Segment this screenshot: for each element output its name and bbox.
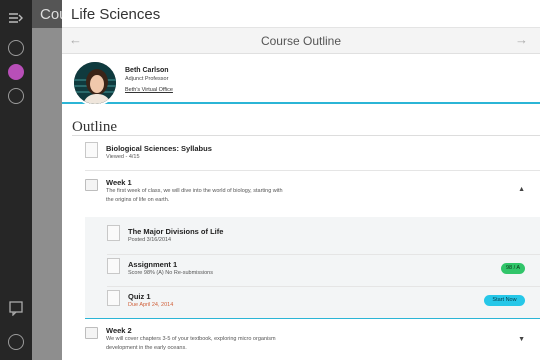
week-1-bottom-line <box>85 318 540 319</box>
list-item-week-1[interactable]: Week 1 The first week of class, we will … <box>85 176 540 216</box>
row-divider <box>85 170 540 171</box>
forward-arrow-icon[interactable]: → <box>515 32 528 47</box>
item-title: Week 2 <box>106 326 132 335</box>
globe-icon[interactable] <box>8 40 24 56</box>
instructor-role: Adjunct Professor <box>125 76 169 82</box>
item-title: Week 1 <box>106 178 132 187</box>
document-icon <box>107 225 120 241</box>
chevron-up-icon[interactable]: ▲ <box>518 186 525 193</box>
item-meta: Viewed - 4/15 <box>106 154 140 160</box>
document-icon <box>107 290 120 306</box>
course-title: Life Sciences <box>71 6 161 23</box>
item-title: Quiz 1 <box>128 292 151 301</box>
settings-icon[interactable] <box>8 334 24 350</box>
item-description: We will cover chapters 3-5 of your textb… <box>106 336 276 351</box>
item-title: The Major Divisions of Life <box>128 227 224 236</box>
list-item-syllabus[interactable]: Biological Sciences: Syllabus Viewed - 4… <box>85 142 540 168</box>
courses-icon[interactable] <box>8 64 24 80</box>
list-item-assignment-1[interactable]: Assignment 1 Score 98% (A) No Re-submiss… <box>107 258 540 284</box>
start-now-button[interactable]: Start Now <box>484 295 525 306</box>
list-item-week-2[interactable]: Week 2 We will cover chapters 3-5 of you… <box>85 324 540 360</box>
row-divider <box>107 254 540 255</box>
left-rail <box>0 0 32 360</box>
folder-icon <box>85 327 98 339</box>
avatar[interactable] <box>72 60 118 106</box>
instructor-divider <box>62 102 540 104</box>
section-nav-bar: ← Course Outline → <box>62 28 540 54</box>
course-panel: Life Sciences ← Course Outline → Beth Ca… <box>62 0 540 360</box>
item-title: Biological Sciences: Syllabus <box>106 144 212 153</box>
item-title: Assignment 1 <box>128 260 178 269</box>
item-description: The first week of class, we will dive in… <box>106 188 283 203</box>
section-title: Course Outline <box>260 34 342 48</box>
panel-header: Life Sciences <box>62 0 540 28</box>
item-meta: Score 98% (A) No Re-submissions <box>128 270 213 276</box>
chevron-down-icon[interactable]: ▼ <box>518 336 525 343</box>
virtual-office-link[interactable]: Beth's Virtual Office <box>125 87 173 93</box>
item-meta: Posted 3/16/2014 <box>128 237 172 243</box>
outline-heading: Outline <box>72 119 117 135</box>
underlying-strip <box>32 28 62 360</box>
folder-icon <box>85 179 98 191</box>
grades-icon[interactable] <box>8 88 24 104</box>
score-badge: 98 / A <box>501 263 525 274</box>
item-due-date: Due April 24, 2014 <box>128 302 174 308</box>
outline-divider <box>72 135 540 136</box>
messages-icon[interactable] <box>8 300 24 317</box>
menu-collapse-icon[interactable] <box>8 10 24 26</box>
document-icon <box>85 142 98 158</box>
document-icon <box>107 258 120 274</box>
list-item-major-divisions[interactable]: The Major Divisions of Life Posted 3/16/… <box>107 225 540 251</box>
instructor-name: Beth Carlson <box>125 67 169 74</box>
list-item-quiz-1[interactable]: Quiz 1 Due April 24, 2014 Start Now <box>107 290 540 316</box>
row-divider <box>107 286 540 287</box>
